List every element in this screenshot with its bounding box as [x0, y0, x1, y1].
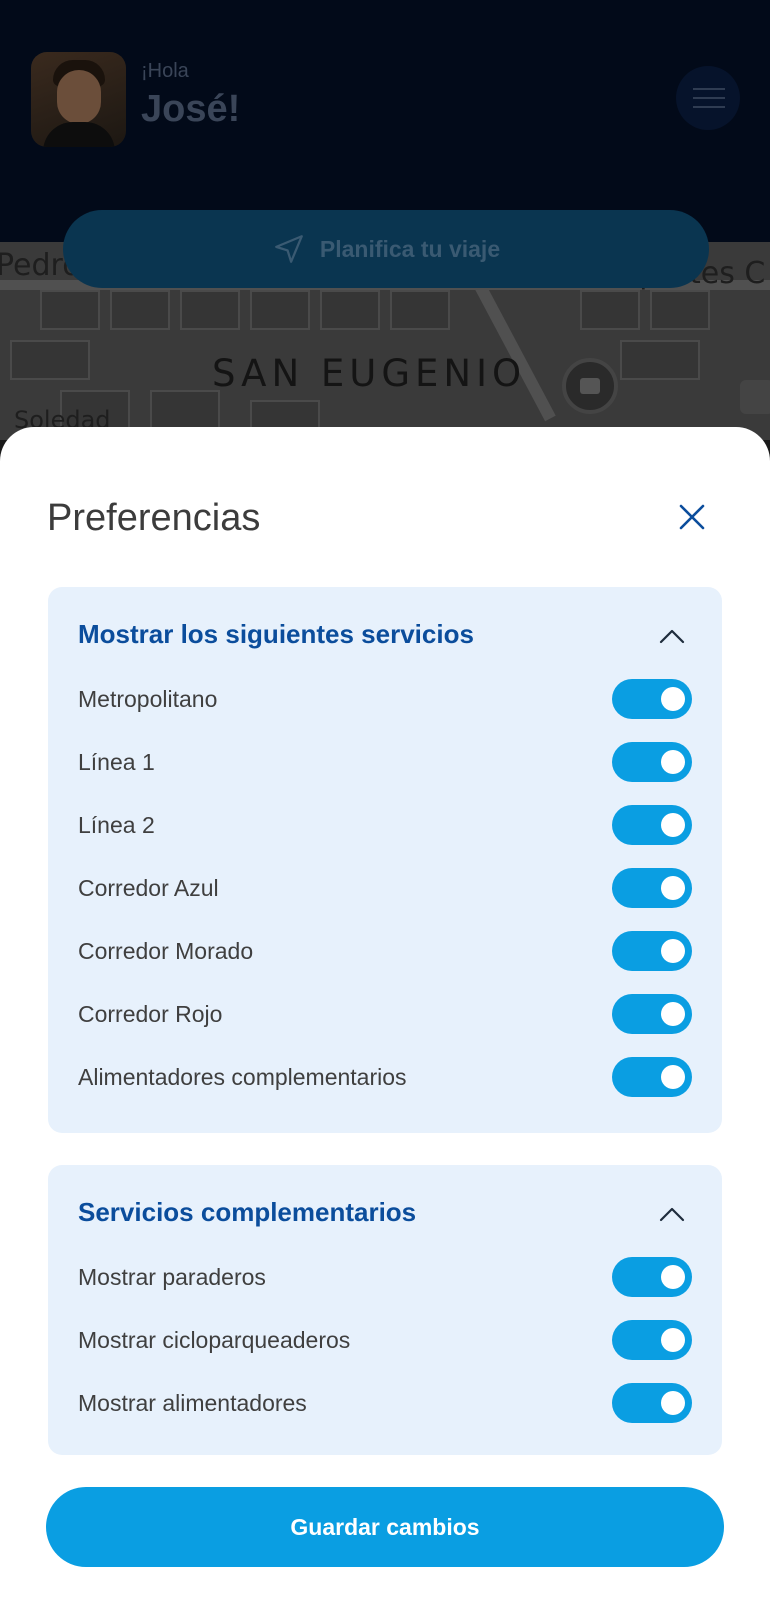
- preferences-sheet: Preferencias Mostrar los siguientes serv…: [0, 427, 770, 1600]
- user-name: José!: [141, 88, 241, 130]
- hamburger-menu-icon: [693, 106, 725, 108]
- toggle-label: Metropolitano: [78, 686, 218, 712]
- list-item: Línea 2: [78, 803, 692, 847]
- app-header: ¡Hola José!: [0, 0, 770, 242]
- close-icon: [679, 504, 705, 530]
- plan-trip-label: Planifica tu viaje: [319, 235, 501, 262]
- user-avatar[interactable]: [31, 52, 126, 147]
- toggle-label: Línea 1: [78, 749, 155, 775]
- plan-trip-button[interactable]: Planifica tu viaje: [63, 210, 709, 288]
- toggle-knob: [661, 750, 685, 774]
- save-changes-button[interactable]: Guardar cambios: [46, 1487, 724, 1567]
- toggle-switch[interactable]: [612, 1320, 692, 1360]
- chevron-up-icon: [659, 1207, 685, 1222]
- toggle-label: Mostrar cicloparqueaderos: [78, 1327, 351, 1353]
- map-block: [250, 290, 310, 330]
- toggle-switch[interactable]: [612, 868, 692, 908]
- toggle-switch[interactable]: [612, 994, 692, 1034]
- list-item: Corredor Azul: [78, 866, 692, 910]
- list-item: Alimentadores complementarios: [78, 1055, 692, 1099]
- list-item: Corredor Morado: [78, 929, 692, 973]
- navigation-arrow-icon: [274, 235, 303, 263]
- toggle-label: Corredor Azul: [78, 875, 219, 901]
- section-title: Mostrar los siguientes servicios: [78, 619, 474, 649]
- toggle-switch[interactable]: [612, 931, 692, 971]
- list-item: Línea 1: [78, 740, 692, 784]
- toggle-switch[interactable]: [612, 805, 692, 845]
- toggle-knob: [661, 1065, 685, 1089]
- map-block: [40, 290, 100, 330]
- list-item: Mostrar paraderos: [78, 1255, 692, 1299]
- map-block: [390, 290, 450, 330]
- services-section-header[interactable]: Mostrar los siguientes servicios: [78, 609, 692, 665]
- toggle-label: Mostrar alimentadores: [78, 1390, 307, 1416]
- hamburger-menu-icon: [693, 88, 725, 90]
- close-button[interactable]: [672, 497, 712, 537]
- map-block: [650, 290, 710, 330]
- toggle-switch[interactable]: [612, 1383, 692, 1423]
- list-item: Mostrar cicloparqueaderos: [78, 1318, 692, 1362]
- toggle-knob: [661, 1391, 685, 1415]
- toggle-knob: [661, 939, 685, 963]
- briefcase-pin-icon: [562, 358, 618, 414]
- list-item: Metropolitano: [78, 677, 692, 721]
- sheet-title: Preferencias: [47, 497, 261, 539]
- toggle-label: Alimentadores complementarios: [78, 1064, 407, 1090]
- toggle-label: Corredor Morado: [78, 938, 254, 964]
- toggle-knob: [661, 1328, 685, 1352]
- toggle-knob: [661, 813, 685, 837]
- map-block: [620, 340, 700, 380]
- toggle-label: Línea 2: [78, 812, 155, 838]
- bus-stop-icon: [740, 380, 770, 414]
- greeting-text: ¡Hola: [141, 60, 189, 82]
- avatar-face: [57, 70, 101, 124]
- map-block: [180, 290, 240, 330]
- map-block: [110, 290, 170, 330]
- list-item: Mostrar alimentadores: [78, 1381, 692, 1425]
- toggle-label: Corredor Rojo: [78, 1001, 223, 1027]
- map-block: [580, 290, 640, 330]
- toggle-switch[interactable]: [612, 679, 692, 719]
- toggle-label: Mostrar paraderos: [78, 1264, 266, 1290]
- toggle-knob: [661, 876, 685, 900]
- map-block: [10, 340, 90, 380]
- complementary-section: Servicios complementarios Mostrar parade…: [48, 1165, 722, 1455]
- map-block: [320, 290, 380, 330]
- hamburger-menu-button[interactable]: [676, 66, 740, 130]
- toggle-switch[interactable]: [612, 1257, 692, 1297]
- map-road: [470, 274, 556, 422]
- avatar-body: [43, 122, 115, 147]
- toggle-knob: [661, 1002, 685, 1026]
- map-district-label: SAN EUGENIO: [212, 352, 527, 395]
- toggle-knob: [661, 1265, 685, 1289]
- toggle-knob: [661, 687, 685, 711]
- toggle-switch[interactable]: [612, 742, 692, 782]
- complementary-section-header[interactable]: Servicios complementarios: [78, 1187, 692, 1243]
- section-title: Servicios complementarios: [78, 1197, 417, 1227]
- list-item: Corredor Rojo: [78, 992, 692, 1036]
- services-section: Mostrar los siguientes servicios Metropo…: [48, 587, 722, 1133]
- map-block: [150, 390, 220, 430]
- chevron-up-icon: [659, 629, 685, 644]
- hamburger-menu-icon: [693, 97, 725, 99]
- toggle-switch[interactable]: [612, 1057, 692, 1097]
